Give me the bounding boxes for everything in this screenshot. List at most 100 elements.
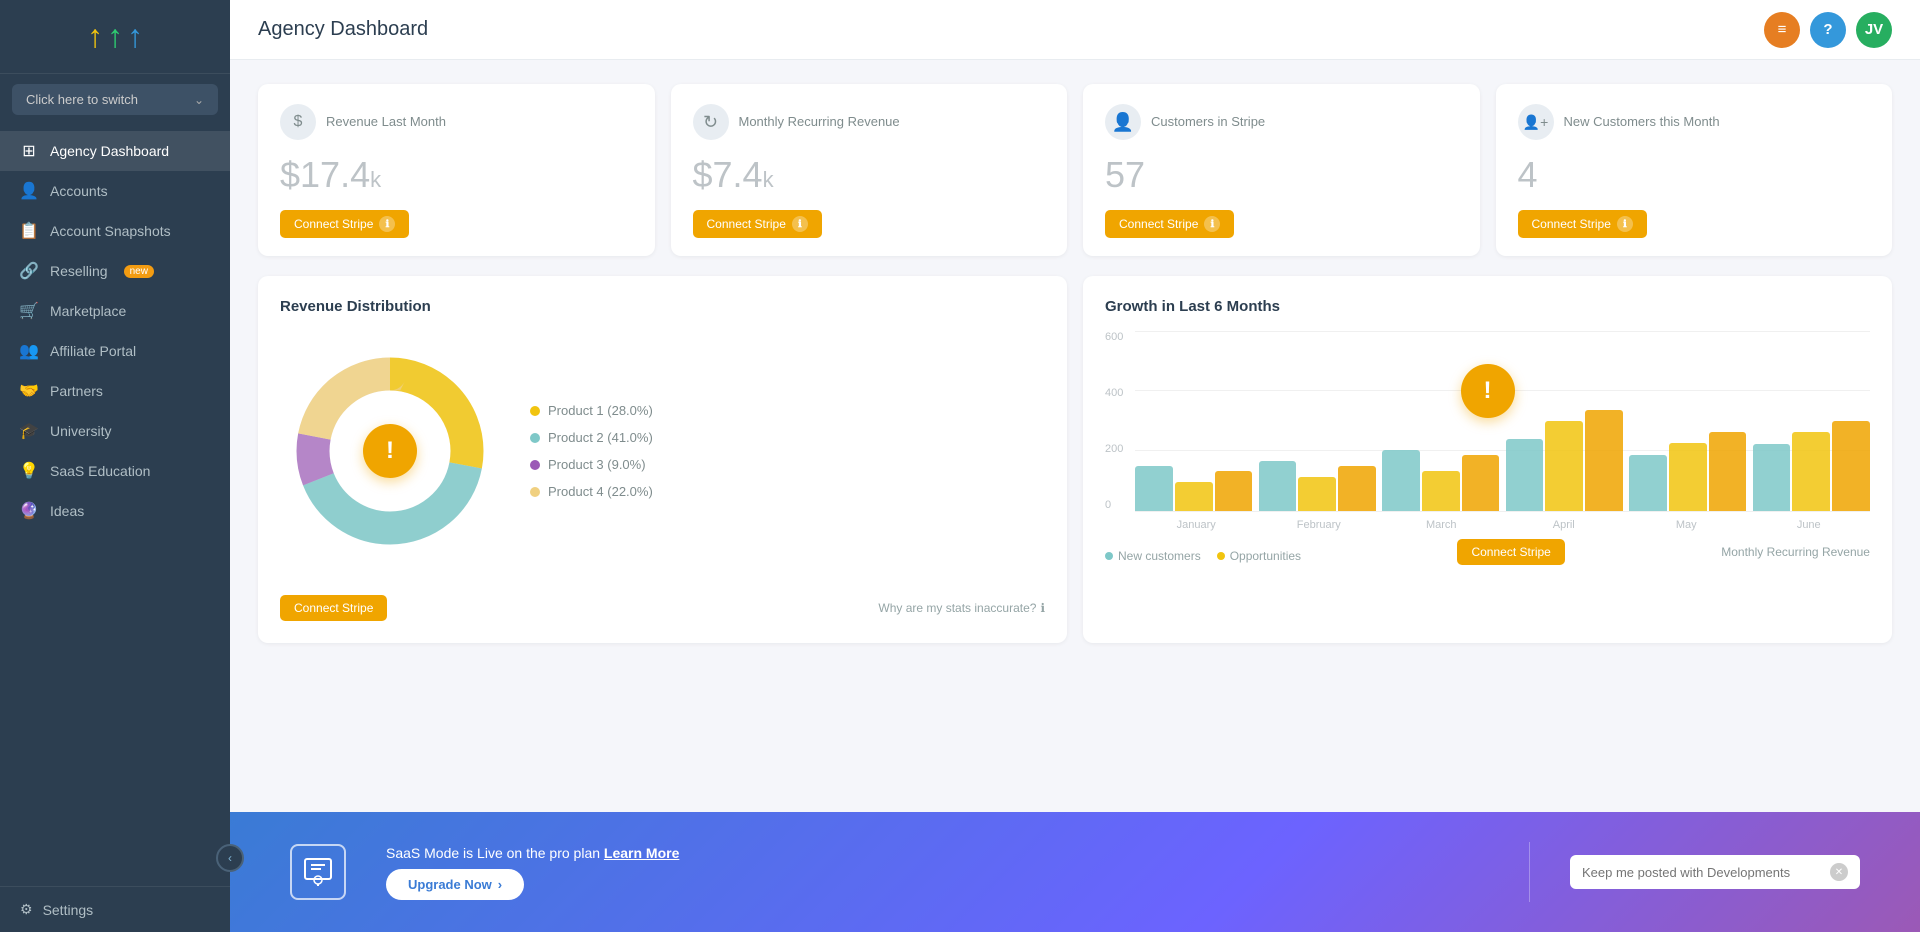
sidebar-item-account-snapshots[interactable]: 📋 Account Snapshots (0, 211, 230, 251)
connect-stripe-button[interactable]: Connect Stripe ℹ (280, 210, 409, 238)
bar-group-january (1135, 331, 1253, 511)
stat-card-label: New Customers this Month (1564, 114, 1720, 131)
collapse-sidebar-button[interactable]: ‹ (216, 844, 244, 872)
banner-divider (1529, 842, 1530, 902)
info-circle-icon: ℹ (1040, 601, 1045, 615)
info-icon: ℹ (1617, 216, 1633, 232)
logo-icon: ↑ ↑ ↑ (87, 18, 143, 55)
charts-row: Revenue Distribution (258, 276, 1892, 643)
bar-mrr (1585, 410, 1623, 511)
sidebar-item-saas-education[interactable]: 💡 SaaS Education (0, 451, 230, 491)
sidebar-item-reselling[interactable]: 🔗 Reselling new (0, 251, 230, 291)
x-label: June (1748, 519, 1871, 531)
logo-area: ↑ ↑ ↑ (0, 0, 230, 74)
bar-group-may (1629, 331, 1747, 511)
connect-stripe-button[interactable]: Connect Stripe ℹ (693, 210, 822, 238)
bar-new-customers (1382, 450, 1420, 511)
user-avatar-button[interactable]: JV (1856, 12, 1892, 48)
growth-chart-card: Growth in Last 6 Months 600 400 200 0 (1083, 276, 1892, 643)
dashboard-icon: ⊞ (20, 142, 38, 160)
ideas-icon: 🔮 (20, 502, 38, 520)
bar-opportunities (1175, 482, 1213, 511)
sidebar-item-label: Marketplace (50, 303, 126, 319)
sidebar-item-university[interactable]: 🎓 University (0, 411, 230, 451)
bar-new-customers (1753, 444, 1791, 511)
keep-posted-close-button[interactable]: ✕ (1830, 863, 1848, 881)
sidebar-item-marketplace[interactable]: 🛒 Marketplace (0, 291, 230, 331)
learn-more-link[interactable]: Learn More (604, 845, 679, 861)
legend-item-4: Product 4 (22.0%) (530, 484, 653, 499)
connect-stripe-button[interactable]: Connect Stripe ℹ (1518, 210, 1647, 238)
sidebar-item-affiliate-portal[interactable]: 👥 Affiliate Portal (0, 331, 230, 371)
snapshots-icon: 📋 (20, 222, 38, 240)
arrow-green-icon: ↑ (107, 18, 123, 55)
content-area: $ Revenue Last Month $17.4k Connect Stri… (230, 60, 1920, 812)
legend-label: Product 2 (41.0%) (548, 430, 653, 445)
donut-warning-icon: ! (363, 424, 417, 478)
why-stats-link[interactable]: Why are my stats inaccurate? ℹ (878, 601, 1045, 615)
stat-card-label: Customers in Stripe (1151, 114, 1265, 131)
keep-posted-input[interactable] (1582, 865, 1830, 880)
sidebar-item-accounts[interactable]: 👤 Accounts (0, 171, 230, 211)
connect-stripe-label: Connect Stripe (1471, 545, 1550, 559)
upgrade-button[interactable]: Upgrade Now › (386, 869, 524, 900)
bar-group-june (1753, 331, 1871, 511)
settings-nav-item[interactable]: ⚙ Settings (0, 886, 230, 932)
x-label: May (1625, 519, 1748, 531)
stat-card-label: Monthly Recurring Revenue (739, 114, 900, 131)
connect-stripe-button[interactable]: Connect Stripe (280, 595, 387, 621)
new-badge: new (124, 265, 154, 278)
sidebar-item-label: SaaS Education (50, 463, 150, 479)
upgrade-label: Upgrade Now (408, 877, 492, 892)
recurring-icon: ↻ (693, 104, 729, 140)
donut-chart-area: ! Product 1 (28.0%) Product 2 (41.0%) (280, 331, 1045, 591)
sidebar-item-label: Ideas (50, 503, 84, 519)
bar-new-customers (1506, 439, 1544, 511)
marketplace-icon: 🛒 (20, 302, 38, 320)
stat-card-header: ↻ Monthly Recurring Revenue (693, 104, 1046, 140)
reselling-icon: 🔗 (20, 262, 38, 280)
sidebar-item-agency-dashboard[interactable]: ⊞ Agency Dashboard (0, 131, 230, 171)
legend-dot (530, 460, 540, 470)
sidebar-item-partners[interactable]: 🤝 Partners (0, 371, 230, 411)
bar-opportunities (1792, 432, 1830, 511)
bottom-banner: SaaS Mode is Live on the pro plan Learn … (230, 812, 1920, 932)
settings-label: Settings (43, 902, 94, 918)
revenue-distribution-card: Revenue Distribution (258, 276, 1067, 643)
stat-card-label: Revenue Last Month (326, 114, 446, 131)
legend-label: New customers (1118, 549, 1201, 563)
bars-area (1135, 331, 1870, 511)
mrr-legend-label: Monthly Recurring Revenue (1721, 545, 1870, 559)
legend-label: Product 4 (22.0%) (548, 484, 653, 499)
settings-icon: ⚙ (20, 901, 33, 918)
bar-new-customers (1629, 455, 1667, 511)
customers-icon: 👤 (1105, 104, 1141, 140)
chart-footer: Connect Stripe Why are my stats inaccura… (280, 595, 1045, 621)
page-title: Agency Dashboard (258, 18, 428, 41)
sidebar: ↑ ↑ ↑ Click here to switch ⌄ ⊞ Agency Da… (0, 0, 230, 932)
stat-card-value: 4 (1518, 154, 1871, 196)
connect-stripe-label: Connect Stripe (294, 601, 373, 615)
legend-dot (1217, 552, 1225, 560)
donut-legend: Product 1 (28.0%) Product 2 (41.0%) Prod… (530, 403, 653, 499)
sidebar-item-label: Accounts (50, 183, 108, 199)
university-icon: 🎓 (20, 422, 38, 440)
bar-opportunities (1669, 443, 1707, 511)
growth-legend: New customers Opportunities (1105, 549, 1301, 563)
sidebar-item-ideas[interactable]: 🔮 Ideas (0, 491, 230, 531)
bar-mrr (1462, 455, 1500, 511)
connect-stripe-button[interactable]: Connect Stripe ℹ (1105, 210, 1234, 238)
x-label: April (1503, 519, 1626, 531)
arrow-blue-icon: ↑ (127, 18, 143, 55)
switch-account-button[interactable]: Click here to switch ⌄ (12, 84, 218, 115)
connect-stripe-label: Connect Stripe (707, 217, 786, 231)
y-label: 600 (1105, 331, 1123, 343)
x-label: February (1258, 519, 1381, 531)
menu-button[interactable]: ≡ (1764, 12, 1800, 48)
stat-card-header: 👤 Customers in Stripe (1105, 104, 1458, 140)
bar-opportunities (1545, 421, 1583, 511)
help-button[interactable]: ? (1810, 12, 1846, 48)
saas-mode-icon (290, 844, 346, 900)
connect-stripe-button[interactable]: Connect Stripe (1457, 539, 1564, 565)
legend-dot (1105, 552, 1113, 560)
